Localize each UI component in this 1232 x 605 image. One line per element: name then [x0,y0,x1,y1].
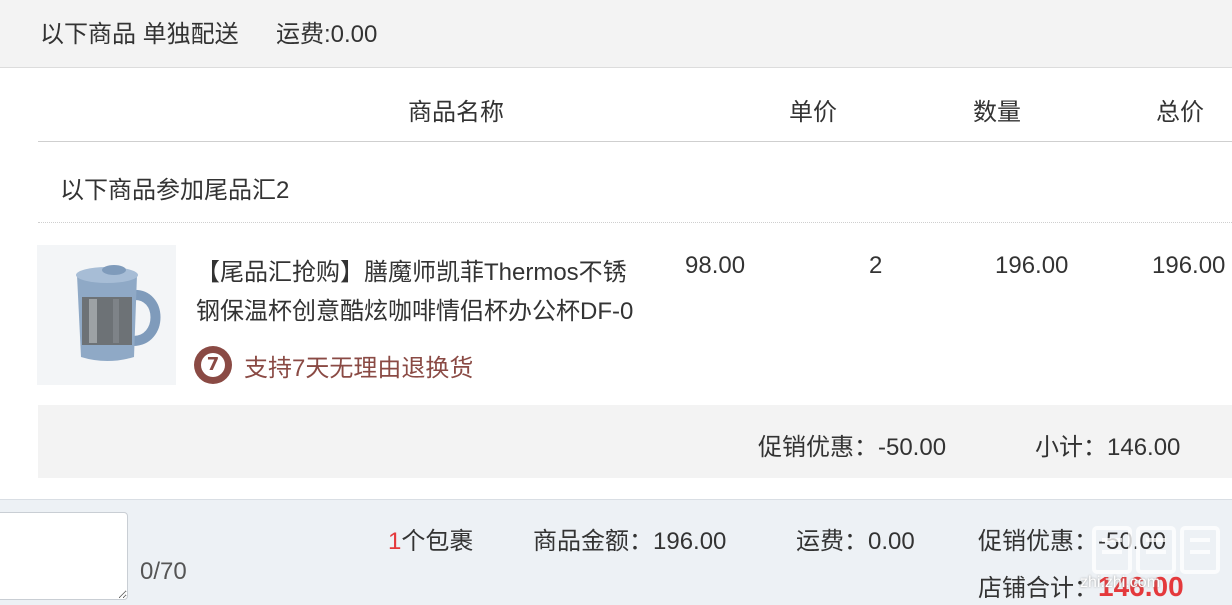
column-header-name: 商品名称 [408,99,504,126]
order-summary-bar: 0/70 1个包裹 商品金额：196.00 运费：0.00 促销优惠：-50.0… [0,499,1232,605]
shipping-freight: 运费:0.00 [276,21,378,48]
line-subtotal-value: 196.00 [995,252,1069,279]
column-header-quantity: 数量 [973,99,1021,126]
promo-subtotal: 小计：146.00 [1035,434,1181,461]
seven-day-return-icon: 7 [194,346,232,384]
watermark-text: zhi.zhi.com [1080,574,1161,591]
order-freight: 运费：0.00 [796,528,915,555]
badge-number: 7 [206,354,220,375]
product-title-line-2[interactable]: 钢保温杯创意酷炫咖啡情侣杯办公杯DF-0 [196,291,633,326]
promo-group-title: 以下商品参加尾品汇2 [60,177,290,204]
promo-summary-row: 促销优惠：-50.00 小计：146.00 [38,405,1232,478]
shipping-note: 以下商品 单独配送 [40,21,239,48]
package-count-label: 个包裹 [401,528,474,555]
shipping-header-bar: 以下商品 单独配送 运费:0.00 [0,0,1232,68]
dotted-divider [38,222,1232,223]
line-total-value: 196.00 [1152,252,1226,279]
column-header-total: 总价 [1156,99,1204,126]
goods-amount: 商品金额：196.00 [533,528,727,555]
column-header-unit-price: 单价 [789,99,837,126]
return-policy-badge: 7 支持7天无理由退换货 [194,346,473,384]
return-policy-text: 支持7天无理由退换货 [244,354,474,382]
promo-discount: 促销优惠：-50.00 [758,434,947,461]
thermos-mug-image [37,245,176,385]
package-count: 1个包裹 [388,521,473,556]
product-image[interactable] [37,245,176,385]
order-memo-input[interactable] [0,512,128,600]
memo-char-count: 0/70 [140,558,187,585]
unit-price-value: 98.00 [685,252,746,279]
table-header: 商品名称 单价 数量 总价 [38,68,1232,142]
package-count-number: 1 [388,528,402,555]
quantity-value: 2 [869,252,883,279]
product-title-line-1[interactable]: 【尾品汇抢购】膳魔师凯菲Thermos不锈 [196,252,627,287]
